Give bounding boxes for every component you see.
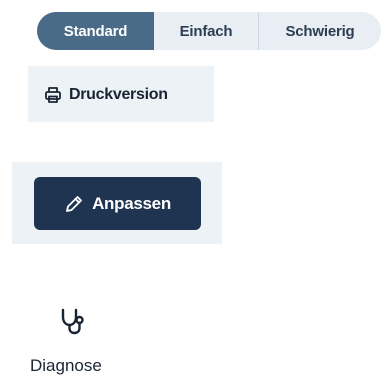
print-version-label: Druckversion xyxy=(69,86,168,103)
segment-einfach[interactable]: Einfach xyxy=(154,12,259,50)
segment-standard[interactable]: Standard xyxy=(37,12,154,50)
print-panel: Druckversion xyxy=(28,66,214,122)
diagnose-item[interactable]: Diagnose xyxy=(30,306,130,376)
adjust-panel: Anpassen xyxy=(12,162,222,244)
segment-schwierig[interactable]: Schwierig xyxy=(259,12,381,50)
adjust-label: Anpassen xyxy=(92,193,171,213)
diagnose-label: Diagnose xyxy=(30,356,102,375)
pencil-icon xyxy=(64,194,84,214)
printer-icon xyxy=(44,86,62,104)
difficulty-segmented-control: Standard Einfach Schwierig xyxy=(37,12,381,50)
page: Standard Einfach Schwierig Druckversion xyxy=(0,0,381,377)
print-version-button[interactable]: Druckversion xyxy=(44,82,168,108)
stethoscope-icon xyxy=(58,306,88,336)
adjust-button[interactable]: Anpassen xyxy=(34,177,201,230)
